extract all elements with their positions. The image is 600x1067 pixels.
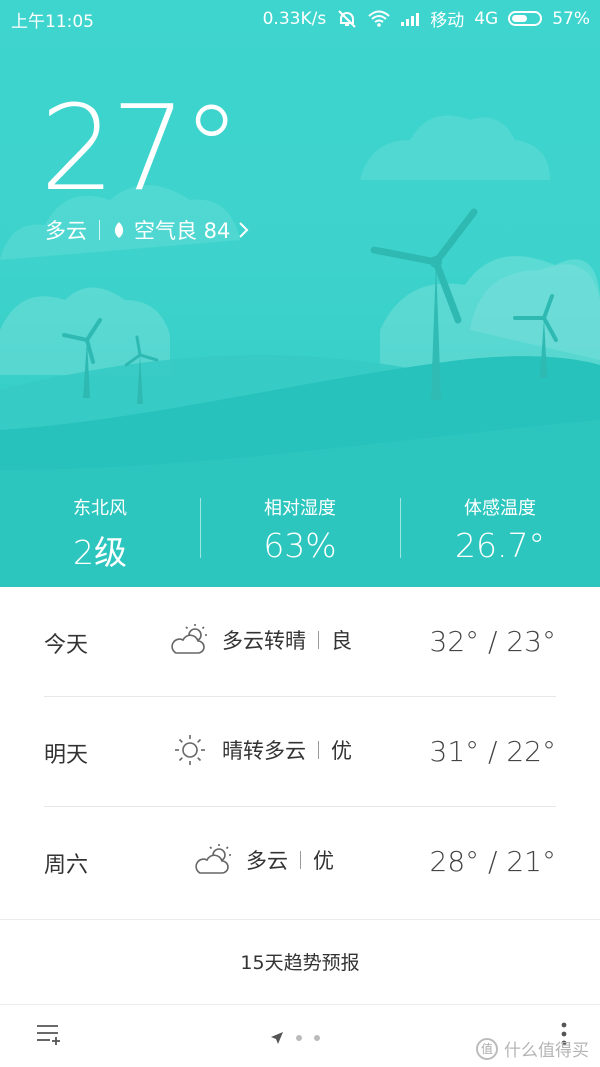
- forecast-row[interactable]: 明天 晴转多云 优 31° / 22°: [44, 697, 556, 807]
- forecast-row[interactable]: 周六 多云 优 28° / 21°: [44, 807, 556, 917]
- carrier-label: 移动: [430, 11, 465, 31]
- status-bar: 上午11:05 0.33K/s 移动 4G 57%: [0, 0, 600, 34]
- forecast-summary: 多云 优: [194, 843, 334, 877]
- forecast-row[interactable]: 今天 多云转晴 良 32° / 23°: [44, 587, 556, 697]
- air-quality: 空气良 84: [134, 219, 231, 243]
- forecast-day: 明天: [44, 743, 89, 768]
- signal-icon: [401, 12, 420, 26]
- stat-label: 体感温度: [464, 498, 536, 519]
- stat-label: 东北风: [73, 498, 127, 519]
- weather-stats: 东北风 2级 相对湿度 63% 体感温度 26.7°: [0, 490, 600, 572]
- forecast-condition: 多云: [246, 849, 288, 873]
- status-time: 上午11:05: [11, 12, 94, 32]
- chevron-right-icon: [239, 222, 249, 238]
- forecast-summary: 多云转晴 良: [170, 623, 352, 657]
- feels-like-stat: 体感温度 26.7°: [400, 490, 600, 570]
- page-indicator: [270, 1031, 320, 1045]
- stat-value: 63%: [263, 526, 337, 565]
- battery-icon: [508, 11, 543, 26]
- fifteen-day-trend-button[interactable]: 15天趋势预报: [0, 919, 600, 1005]
- forecast-aqi: 优: [331, 739, 352, 763]
- humidity-stat: 相对湿度 63%: [200, 490, 400, 570]
- forecast-summary: 晴转多云 优: [170, 733, 352, 767]
- page-dot: [296, 1035, 302, 1041]
- stat-divider: [200, 498, 201, 558]
- current-condition: 多云: [45, 219, 87, 243]
- watermark: 值 什么值得买: [476, 1036, 589, 1061]
- forecast-temps: 28° / 21°: [429, 845, 557, 878]
- weather-hero: 上午11:05 0.33K/s 移动 4G 57% 27° 多云 空气良 84 …: [0, 0, 600, 587]
- page-dot: [314, 1035, 320, 1041]
- forecast-day: 今天: [44, 633, 89, 658]
- city-manage-icon[interactable]: [36, 1023, 62, 1047]
- battery-percent: 57%: [552, 8, 590, 29]
- wifi-icon: [368, 10, 390, 27]
- leaf-icon: [114, 222, 124, 238]
- alarm-off-icon: [338, 9, 356, 28]
- sun-icon: [175, 735, 205, 765]
- divider: [318, 741, 319, 759]
- current-temperature: 27°: [40, 79, 241, 217]
- network-speed: 0.33K/s: [262, 8, 327, 29]
- stat-divider: [400, 498, 401, 558]
- forecast-temps: 31° / 22°: [429, 735, 557, 768]
- stat-label: 相对湿度: [264, 498, 336, 519]
- location-arrow-icon: [271, 1032, 283, 1044]
- forecast-aqi: 良: [331, 629, 352, 653]
- current-condition-line[interactable]: 多云 空气良 84: [45, 215, 250, 245]
- watermark-logo-icon: 值: [476, 1037, 498, 1060]
- stat-value: 26.7°: [455, 526, 545, 565]
- stat-value: 2级: [73, 533, 127, 572]
- forecast-condition: 晴转多云: [222, 739, 306, 763]
- network-type: 4G: [474, 8, 499, 29]
- watermark-text: 什么值得买: [504, 1041, 589, 1061]
- partly-cloudy-icon: [195, 844, 231, 874]
- divider: [318, 631, 319, 649]
- forecast-day: 周六: [44, 853, 89, 878]
- divider: [300, 851, 301, 869]
- divider: [99, 220, 100, 240]
- wind-stat: 东北风 2级: [0, 490, 200, 572]
- forecast-temps: 32° / 23°: [429, 625, 557, 658]
- partly-cloudy-icon: [171, 624, 207, 654]
- forecast-aqi: 优: [313, 849, 334, 873]
- forecast-condition: 多云转晴: [222, 629, 306, 653]
- forecast-list: 今天 多云转晴 良 32° / 23° 明天 晴转多云 优 31° / 22° …: [0, 587, 600, 917]
